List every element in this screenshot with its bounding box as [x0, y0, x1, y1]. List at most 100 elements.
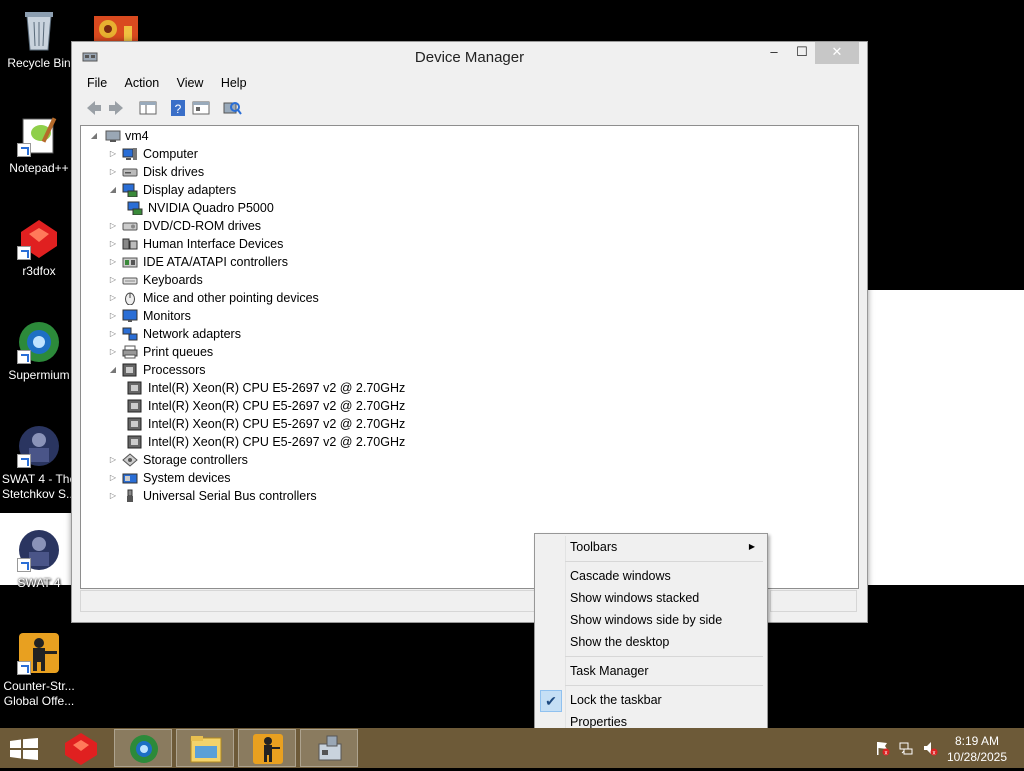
- status-bar-cell-secondary: [770, 590, 857, 612]
- desktop-icon-supermium[interactable]: Supermium: [0, 320, 79, 383]
- svg-text:x: x: [933, 751, 936, 757]
- menu-item-label: Lock the taskbar: [570, 693, 662, 707]
- tree-node-label: Intel(R) Xeon(R) CPU E5-2697 v2 @ 2.70GH…: [148, 381, 406, 395]
- tree-node-label: Display adapters: [143, 183, 237, 197]
- ide-controller-icon: [122, 257, 138, 268]
- desktop-icon-recycle-bin[interactable]: Recycle Bin: [0, 8, 79, 71]
- expand-arrow-icon[interactable]: ▷: [108, 487, 118, 505]
- menu-item-label: Show windows stacked: [570, 591, 700, 605]
- network-icon[interactable]: [898, 740, 914, 756]
- processor-icon: [127, 381, 142, 395]
- expand-arrow-icon[interactable]: ▷: [108, 307, 118, 325]
- expand-arrow-icon[interactable]: ▷: [108, 217, 118, 235]
- menu-item-show-desktop[interactable]: Show the desktop: [537, 631, 765, 653]
- clock-time: 8:19 AM: [954, 734, 1000, 748]
- tree-node-label: Keyboards: [143, 273, 203, 287]
- menu-item-cascade-windows[interactable]: Cascade windows: [537, 565, 765, 587]
- action-center-flag-icon[interactable]: x: [874, 740, 890, 756]
- svg-text:?: ?: [175, 102, 182, 116]
- usb-icon: [127, 489, 133, 502]
- show-hide-console-tree-icon[interactable]: [138, 98, 158, 118]
- expand-arrow-icon[interactable]: ▷: [108, 325, 118, 343]
- shortcut-arrow-icon: [17, 661, 31, 675]
- tree-node-label: Computer: [143, 147, 198, 161]
- menu-item-toolbars[interactable]: Toolbars ▶: [537, 536, 765, 558]
- tree-node-label: Monitors: [143, 309, 191, 323]
- supermium-icon: [130, 735, 158, 763]
- device-tree: ◢ vm4 ▷ Computer ▷ Disk drives ◢ Display adap…: [80, 125, 859, 589]
- desktop-icon-r3dfox[interactable]: r3dfox: [0, 216, 79, 279]
- system-device-icon: [122, 473, 138, 484]
- desktop-icon-swat4[interactable]: SWAT 4: [0, 528, 79, 591]
- submenu-arrow-icon: ▶: [748, 542, 755, 551]
- menu-item-show-windows-stacked[interactable]: Show windows stacked: [537, 587, 765, 609]
- expand-arrow-icon[interactable]: ▷: [108, 235, 118, 253]
- taskbar-app-device-manager[interactable]: [300, 729, 358, 767]
- menu-action[interactable]: Action: [118, 74, 167, 92]
- monitor-icon: [122, 309, 138, 322]
- tree-node-label: Human Interface Devices: [143, 237, 284, 251]
- title-bar[interactable]: Device Manager – ☐ ✕: [72, 42, 867, 72]
- menu-item-task-manager[interactable]: Task Manager: [537, 660, 765, 682]
- minimize-button[interactable]: –: [760, 42, 788, 64]
- start-button-windows-icon[interactable]: [10, 738, 38, 760]
- menu-help[interactable]: Help: [214, 74, 254, 92]
- expand-arrow-icon[interactable]: ▷: [108, 451, 118, 469]
- csgo-icon: [253, 734, 283, 764]
- collapse-arrow-icon[interactable]: ◢: [89, 127, 99, 145]
- menu-view[interactable]: View: [170, 74, 211, 92]
- swat4-icon: [17, 424, 61, 468]
- tree-node-label: Print queues: [143, 345, 214, 359]
- collapse-arrow-icon[interactable]: ◢: [108, 361, 118, 379]
- r3dfox-icon: [65, 733, 97, 765]
- desktop-icon-notepadpp[interactable]: Notepad++: [0, 113, 79, 176]
- menu-file[interactable]: File: [80, 74, 114, 92]
- expand-arrow-icon[interactable]: ▷: [108, 145, 118, 163]
- taskbar-app-counter-strike[interactable]: [238, 729, 296, 767]
- folder-icon: [190, 736, 222, 763]
- keyboard-icon: [122, 277, 138, 285]
- menu-item-show-windows-side-by-side[interactable]: Show windows side by side: [537, 609, 765, 631]
- taskbar-clock[interactable]: 8:19 AM 10/28/2025: [942, 733, 1012, 765]
- menu-bar: File Action View Help: [80, 74, 254, 94]
- taskbar[interactable]: x x 8:19 AM 10/28/2025: [0, 728, 1024, 768]
- shortcut-arrow-icon: [17, 558, 31, 572]
- back-icon[interactable]: [84, 98, 104, 118]
- tree-node-label: System devices: [143, 471, 231, 485]
- taskbar-app-supermium[interactable]: [114, 729, 172, 767]
- collapse-arrow-icon[interactable]: ◢: [108, 181, 118, 199]
- menu-item-label: Task Manager: [570, 664, 649, 678]
- desktop-background-region: [866, 290, 1024, 585]
- window-title: Device Manager: [414, 49, 525, 66]
- folder-thumbnail-icon[interactable]: [94, 16, 138, 42]
- expand-arrow-icon[interactable]: ▷: [108, 253, 118, 271]
- volume-muted-icon[interactable]: x: [922, 740, 938, 756]
- menu-item-lock-taskbar[interactable]: ✔ Lock the taskbar: [537, 689, 765, 712]
- expand-arrow-icon[interactable]: ▷: [108, 469, 118, 487]
- properties-view-icon[interactable]: [191, 98, 211, 118]
- scan-hardware-icon[interactable]: [222, 98, 242, 118]
- processor-icon: [127, 399, 142, 413]
- desktop-icon-csgo[interactable]: Counter-Str... Global Offe...: [0, 631, 79, 709]
- expand-arrow-icon[interactable]: ▷: [108, 343, 118, 361]
- expand-arrow-icon[interactable]: ▷: [108, 163, 118, 181]
- tree-node-label: Mice and other pointing devices: [143, 291, 319, 305]
- taskbar-app-file-explorer[interactable]: [176, 729, 234, 767]
- desktop-icon-label: Recycle Bin: [7, 56, 71, 70]
- svg-text:x: x: [885, 751, 888, 757]
- maximize-button[interactable]: ☐: [788, 42, 816, 64]
- close-button[interactable]: ✕: [815, 42, 859, 64]
- tree-node-label: Intel(R) Xeon(R) CPU E5-2697 v2 @ 2.70GH…: [148, 435, 406, 449]
- expand-arrow-icon[interactable]: ▷: [108, 271, 118, 289]
- tree-node-label: Universal Serial Bus controllers: [143, 489, 317, 503]
- expand-arrow-icon[interactable]: ▷: [108, 289, 118, 307]
- forward-icon[interactable]: [106, 98, 126, 118]
- printer-icon: [122, 345, 138, 359]
- taskbar-app-r3dfox[interactable]: [52, 729, 110, 767]
- help-icon[interactable]: ?: [168, 98, 188, 118]
- shortcut-arrow-icon: [17, 143, 31, 157]
- hid-icon: [122, 238, 138, 250]
- tree-root-label: vm4: [125, 129, 149, 143]
- r3dfox-icon: [17, 216, 61, 260]
- desktop-icon-swat4-stetchkov[interactable]: SWAT 4 - The Stetchkov S...: [0, 424, 79, 502]
